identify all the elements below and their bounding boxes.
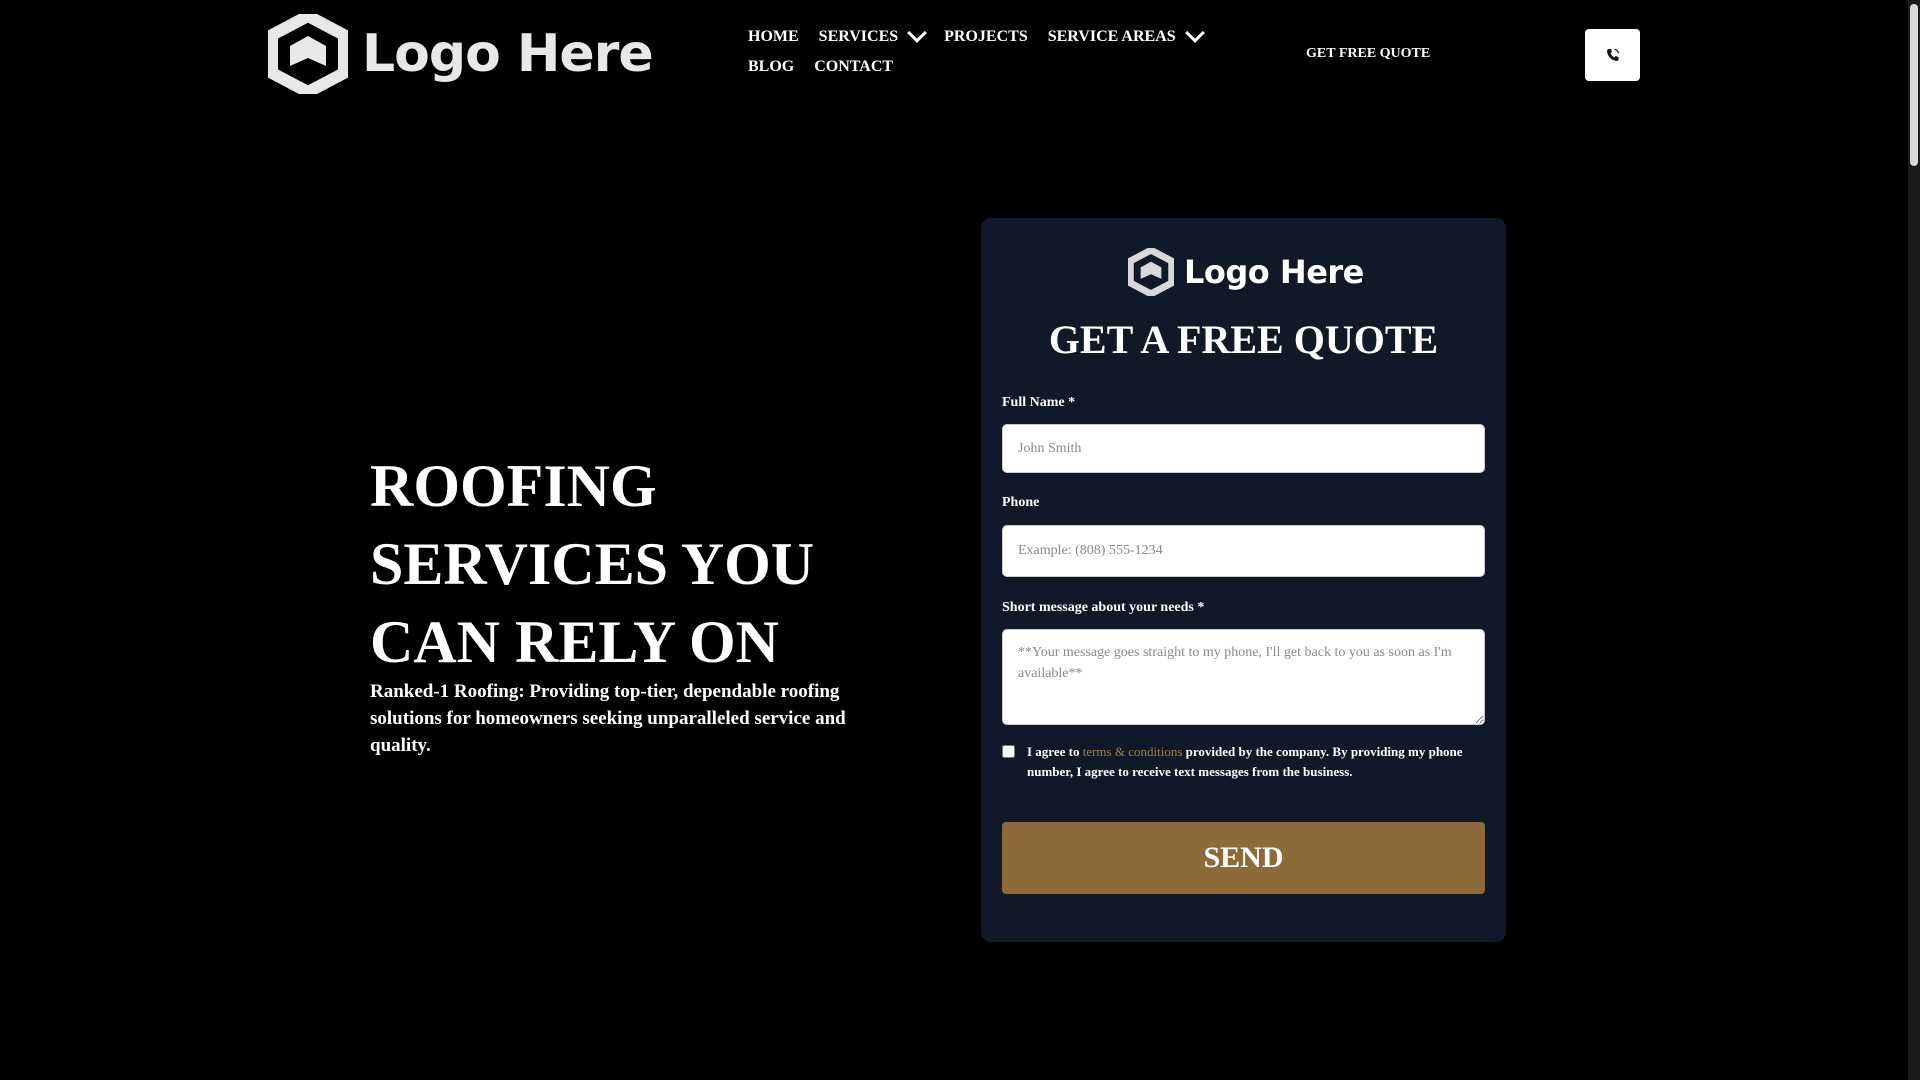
nav-services-label: SERVICES xyxy=(818,28,899,45)
phone-input[interactable] xyxy=(1002,525,1485,577)
hero-title: ROOFING SERVICES YOU CAN RELY ON xyxy=(370,453,815,675)
main-nav: HOME SERVICES PROJECTS SERVICE AREAS BLO… xyxy=(748,23,1228,78)
form-logo: Logo Here xyxy=(1128,248,1364,296)
nav-blog-label: BLOG xyxy=(748,58,795,75)
nav-home[interactable]: HOME xyxy=(748,26,799,48)
consent-prefix: I agree to xyxy=(1027,744,1083,759)
message-textarea[interactable] xyxy=(1002,629,1485,725)
site-logo[interactable]: Logo Here xyxy=(268,14,654,94)
page-scrollbar[interactable] xyxy=(1908,0,1920,1080)
phone-button[interactable] xyxy=(1585,29,1640,81)
send-button[interactable]: SEND xyxy=(1002,822,1485,894)
consent-row: I agree to terms & conditions provided b… xyxy=(1002,742,1485,782)
quote-form-card: Logo Here GET A FREE QUOTE Full Name * P… xyxy=(981,218,1506,942)
nav-blog[interactable]: BLOG xyxy=(748,56,794,78)
nav-service-areas-label: SERVICE AREAS xyxy=(1047,28,1176,45)
nav-services[interactable]: SERVICES xyxy=(818,23,928,48)
scrollbar-thumb[interactable] xyxy=(1910,4,1918,166)
full-name-input[interactable] xyxy=(1002,424,1485,473)
site-header: Logo Here HOME SERVICES PROJECTS SERVICE… xyxy=(0,0,1908,110)
logo-hexagon-icon xyxy=(268,14,348,94)
nav-contact[interactable]: CONTACT xyxy=(814,56,893,78)
full-name-label: Full Name * xyxy=(1002,395,1076,410)
hero-subtitle: Ranked-1 Roofing: Providing top-tier, de… xyxy=(370,681,846,756)
consent-checkbox[interactable] xyxy=(1002,745,1015,758)
form-title: GET A FREE QUOTE xyxy=(1048,317,1439,362)
chevron-down-icon xyxy=(907,23,928,43)
terms-link[interactable]: terms & conditions xyxy=(1083,744,1183,759)
nav-contact-label: CONTACT xyxy=(814,58,894,75)
consent-text: I agree to terms & conditions provided b… xyxy=(1027,742,1485,782)
logo-text: Logo Here xyxy=(362,24,654,84)
nav-home-label: HOME xyxy=(748,28,799,45)
nav-service-areas[interactable]: SERVICE AREAS xyxy=(1047,23,1205,48)
chevron-down-icon xyxy=(1184,23,1205,43)
nav-projects-label: PROJECTS xyxy=(944,28,1028,45)
get-free-quote-link[interactable]: GET FREE QUOTE xyxy=(1306,46,1430,62)
phone-label: Phone xyxy=(1002,495,1040,510)
phone-icon xyxy=(1606,48,1619,61)
form-logo-text: Logo Here xyxy=(1184,253,1364,291)
message-label: Short message about your needs * xyxy=(1002,600,1205,615)
logo-hexagon-icon xyxy=(1128,248,1174,296)
nav-projects[interactable]: PROJECTS xyxy=(944,26,1028,48)
